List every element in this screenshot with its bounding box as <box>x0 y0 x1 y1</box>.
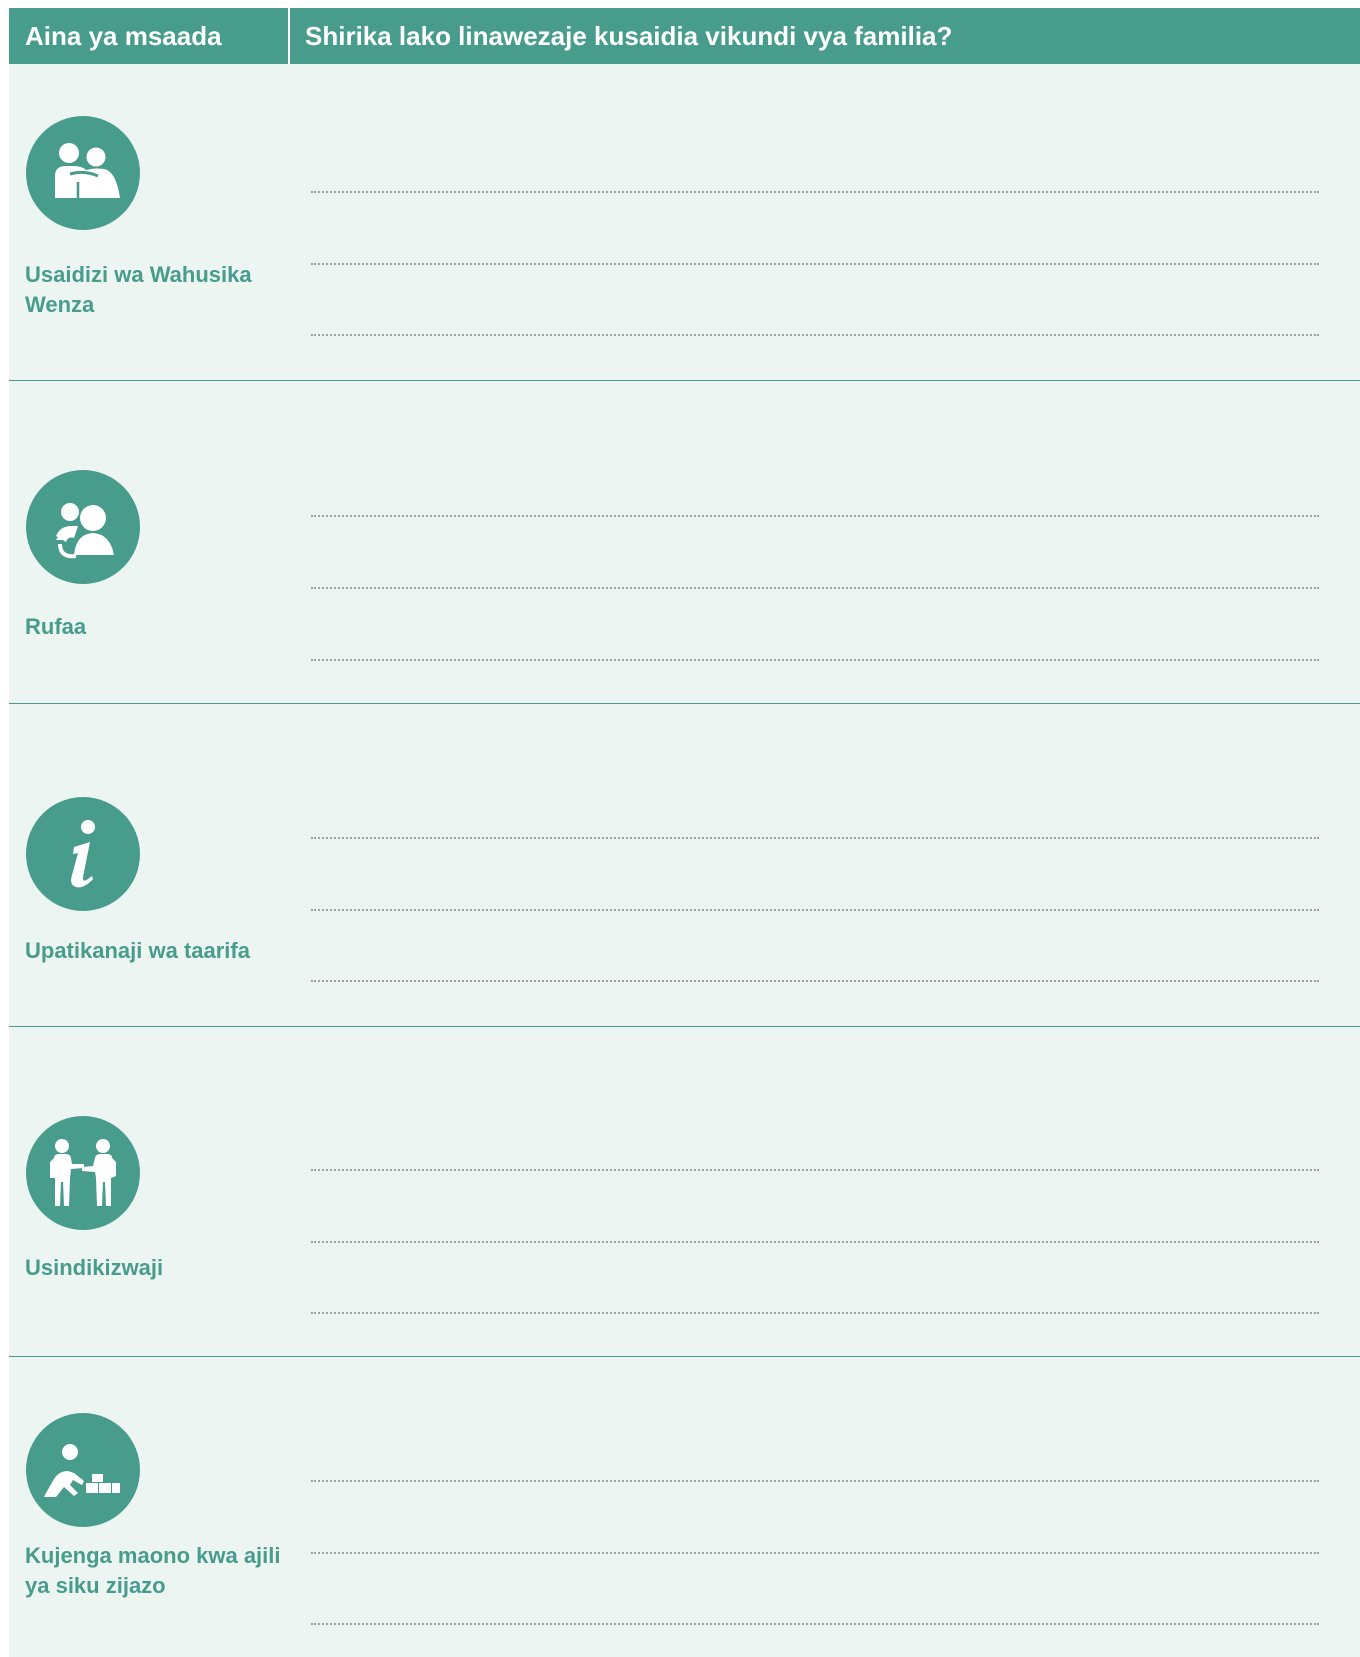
answer-line[interactable] <box>311 263 1319 265</box>
peer-support-icon <box>26 116 140 230</box>
answer-line[interactable] <box>311 1241 1319 1243</box>
future-building-icon <box>26 1413 140 1527</box>
table-row: Upatikanaji wa taarifa <box>9 704 1360 1027</box>
answer-line[interactable] <box>311 334 1319 336</box>
table-row: Usaidizi wa Wahusika Wenza <box>9 64 1360 381</box>
answer-line[interactable] <box>311 587 1319 589</box>
row-label: Usindikizwaji <box>25 1255 164 1280</box>
answer-line[interactable] <box>311 1623 1319 1625</box>
answer-line[interactable] <box>311 980 1319 982</box>
header-question: Shirika lako linawezaje kusaidia vikundi… <box>305 21 953 51</box>
answer-line[interactable] <box>311 1312 1319 1314</box>
accompaniment-icon <box>26 1116 140 1230</box>
header-support-type: Aina ya msaada <box>25 21 222 51</box>
answer-line[interactable] <box>311 837 1319 839</box>
table-row: Usindikizwaji <box>9 1027 1360 1357</box>
answer-line[interactable] <box>311 1552 1319 1554</box>
answer-line[interactable] <box>311 909 1319 911</box>
referral-icon <box>26 470 140 584</box>
header-divider <box>288 8 290 64</box>
answer-line[interactable] <box>311 1480 1319 1482</box>
row-label: Usaidizi wa Wahusika Wenza <box>25 262 252 317</box>
row-label: Kujenga maono kwa ajili ya siku zijazo <box>25 1543 281 1598</box>
answer-line[interactable] <box>311 1169 1319 1171</box>
answer-line[interactable] <box>311 659 1319 661</box>
support-types-table: Aina ya msaada Shirika lako linawezaje k… <box>9 8 1360 1657</box>
table-row: Rufaa <box>9 381 1360 704</box>
table-row: Kujenga maono kwa ajili ya siku zijazo <box>9 1357 1360 1657</box>
table-header: Aina ya msaada Shirika lako linawezaje k… <box>9 8 1360 64</box>
answer-line[interactable] <box>311 191 1319 193</box>
row-label: Upatikanaji wa taarifa <box>25 938 250 963</box>
answer-line[interactable] <box>311 515 1319 517</box>
row-label: Rufaa <box>25 614 87 639</box>
information-icon <box>26 797 140 911</box>
